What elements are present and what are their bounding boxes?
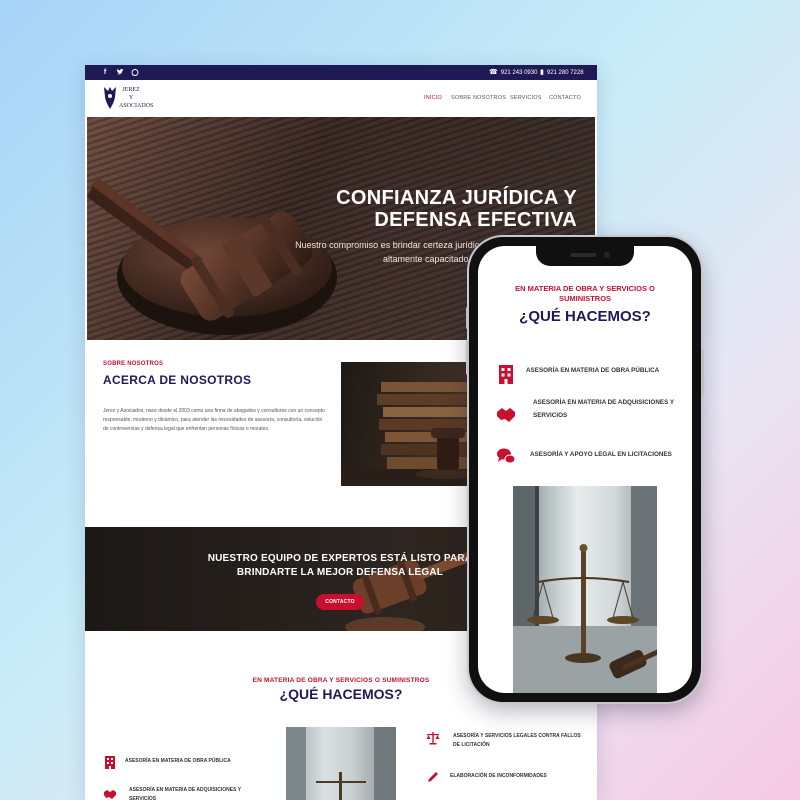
nav-item-sobre-nosotros[interactable]: SOBRE NOSOTROS xyxy=(451,95,506,101)
logo-word-3: ASOCIADOS xyxy=(119,103,154,109)
cta-heading: NUESTRO EQUIPO DE EXPERTOS ESTÁ LISTO PA… xyxy=(207,553,473,578)
phone-power-button xyxy=(701,349,704,397)
phone-number-2[interactable]: ▮ 921 280 7228 xyxy=(540,68,584,78)
chat-bubbles-icon xyxy=(497,448,516,464)
logo-word-2: Y xyxy=(128,95,134,101)
building-icon xyxy=(499,365,513,384)
contact-button[interactable]: CONTACTO xyxy=(316,594,364,610)
phone-icon: ☎ xyxy=(489,69,498,76)
handshake-icon xyxy=(104,790,116,799)
nav-item-inicio[interactable]: INICIO xyxy=(424,95,442,101)
about-kicker: SOBRE NOSOTROS xyxy=(103,361,164,367)
pen-icon xyxy=(428,772,438,782)
phone-1-text: 921 243 0930 xyxy=(500,70,538,76)
hero-title: CONFIANZA JURÍDICA Y DEFENSA EFECTIVA xyxy=(336,187,577,231)
speaker-grille xyxy=(570,253,596,257)
facebook-icon[interactable]: f xyxy=(101,68,109,77)
about-heading: ACERCA DE NOSOTROS xyxy=(103,373,252,387)
mobile-service-licitaciones: ASESORÍA Y APOYO LEGAL EN LICITACIONES xyxy=(530,451,672,458)
service-fallos-licitacion: ASESORÍA Y SERVICIOS LEGALES CONTRA FALL… xyxy=(453,733,581,748)
camera-icon xyxy=(604,252,610,258)
mobile-services-kicker: EN MATERIA DE OBRA Y SERVICIOS O SUMINIS… xyxy=(515,284,655,303)
phone-number-1[interactable]: ☎ 921 243 0930 xyxy=(489,68,537,78)
about-paragraph: Jerez y Asociados, nace desde el 2003 co… xyxy=(103,408,325,432)
scales-of-justice-image xyxy=(513,486,657,693)
logo[interactable]: JEREZ Y ASOCIADOS xyxy=(102,85,154,113)
logo-word-1: JEREZ xyxy=(122,87,140,93)
main-navbar: JEREZ Y ASOCIADOS INICIO SOBRE NOSOTROS … xyxy=(85,80,597,117)
mobile-service-obra-publica: ASESORÍA EN MATERIA DE OBRA PÚBLICA xyxy=(526,367,660,374)
phone-volume-button xyxy=(466,341,469,375)
phone-screen: EN MATERIA DE OBRA Y SERVICIOS O SUMINIS… xyxy=(478,246,692,693)
logo-wordmark: JEREZ Y ASOCIADOS xyxy=(119,86,154,110)
whatsapp-icon[interactable] xyxy=(131,68,139,77)
logo-mark-icon xyxy=(104,87,116,109)
phone-notch xyxy=(536,246,634,266)
service-inconformidades: ELABORACIÓN DE INCONFORMIDADES xyxy=(450,773,547,779)
scales-of-justice-image xyxy=(286,727,396,800)
mobile-phone-mockup: EN MATERIA DE OBRA Y SERVICIOS O SUMINIS… xyxy=(466,237,704,702)
service-adquisiciones: ASESORÍA EN MATERIA DE ADQUISICIONES Y S… xyxy=(129,787,241,800)
top-contact-bar: f ☎ 921 243 0930 ▮ 921 280 7228 xyxy=(85,65,597,80)
twitter-icon[interactable] xyxy=(116,68,124,77)
mobile-service-adquisiciones: ASESORÍA EN MATERIA DE ADQUISICIONES Y S… xyxy=(533,399,674,419)
nav-item-contacto[interactable]: CONTACTO xyxy=(549,95,581,101)
phone-mute-switch xyxy=(466,307,469,329)
service-obra-publica: ASESORÍA EN MATERIA DE OBRA PÚBLICA xyxy=(125,758,231,764)
mobile-icon: ▮ xyxy=(540,69,544,76)
scales-icon xyxy=(426,732,440,745)
handshake-icon xyxy=(497,408,515,422)
mobile-services-heading: ¿QUÉ HACEMOS? xyxy=(519,308,651,325)
phone-2-text: 921 280 7228 xyxy=(546,70,584,76)
building-icon xyxy=(105,756,115,769)
nav-item-servicios[interactable]: SERVICIOS xyxy=(510,95,542,101)
